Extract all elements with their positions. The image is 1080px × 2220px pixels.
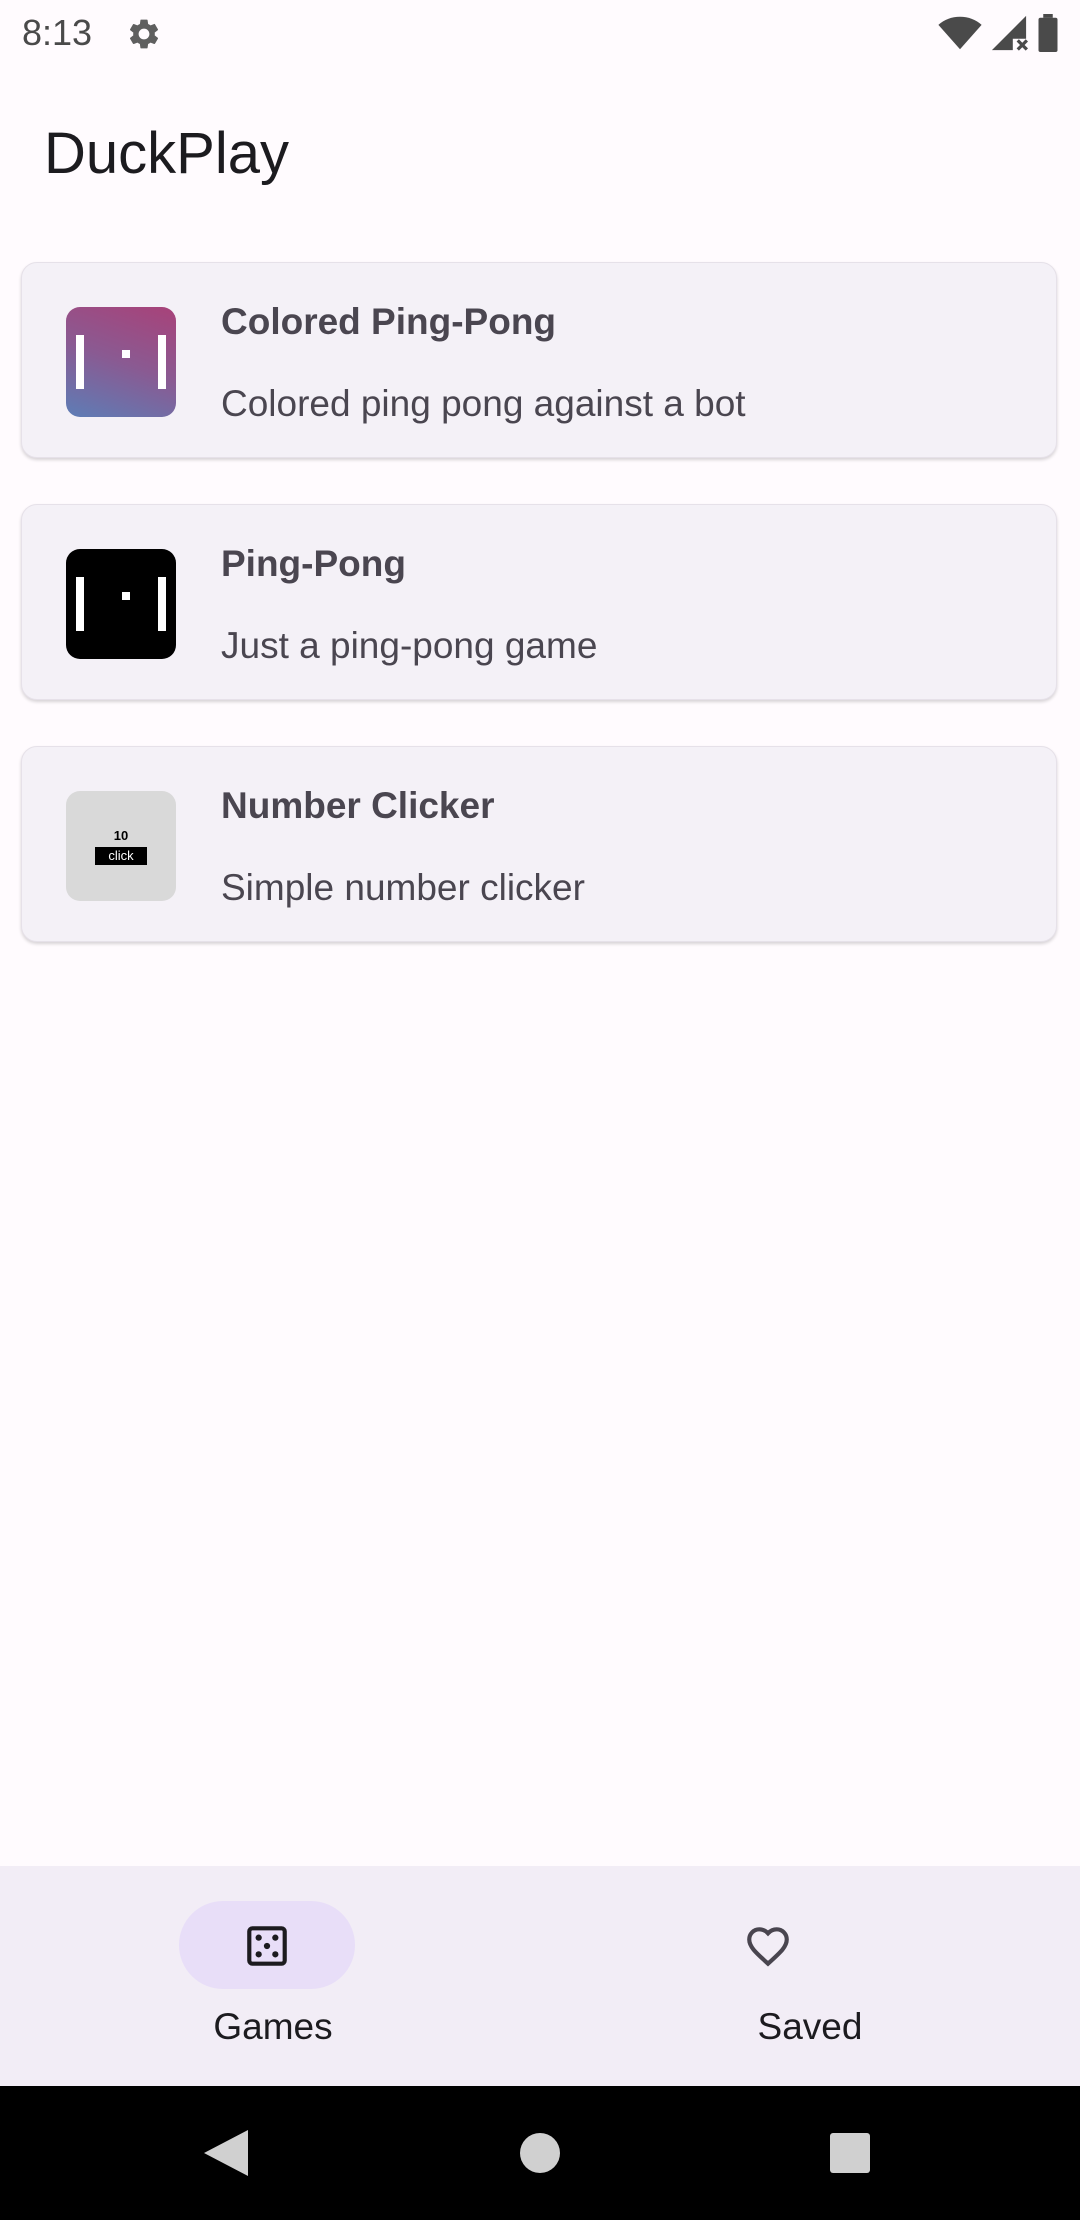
game-card-ping-pong[interactable]: Ping-Pong Just a ping-pong game (21, 504, 1057, 700)
status-time: 8:13 (22, 12, 93, 53)
heart-icon (747, 1927, 789, 1967)
clicker-number: 10 (113, 828, 129, 843)
bottom-navigation: Games Saved (0, 1866, 1080, 2086)
ping-pong-icon (66, 549, 176, 659)
left-paddle (76, 577, 84, 631)
gear-icon (129, 19, 159, 49)
battery-icon (1038, 14, 1058, 52)
nav-item-saved[interactable]: Saved (540, 1866, 1080, 2086)
game-description: Just a ping-pong game (221, 625, 598, 666)
recents-icon[interactable] (829, 2130, 871, 2176)
game-name: Ping-Pong (221, 543, 406, 584)
home-icon[interactable] (519, 2130, 561, 2176)
back-icon[interactable] (204, 2130, 248, 2176)
left-paddle (76, 335, 84, 389)
system-navigation-bar (0, 2086, 1080, 2220)
wifi-icon (938, 16, 982, 50)
game-description: Colored ping pong against a bot (221, 383, 746, 424)
game-card-number-clicker[interactable]: 10 click Number Clicker Simple number cl… (21, 746, 1057, 942)
colored-ping-pong-icon (66, 307, 176, 417)
ball (122, 592, 130, 600)
game-name: Number Clicker (221, 785, 495, 826)
ball (122, 350, 130, 358)
status-icons (938, 14, 1060, 52)
number-clicker-icon: 10 click (66, 791, 176, 901)
nav-label-saved: Saved (757, 2006, 863, 2047)
signal-icon (991, 15, 1028, 51)
dice-icon (247, 1926, 287, 1966)
game-list: Colored Ping-Pong Colored ping pong agai… (21, 262, 1059, 988)
game-description: Simple number clicker (221, 867, 585, 908)
clicker-button-graphic: click (95, 847, 147, 865)
right-paddle (158, 577, 166, 631)
right-paddle (158, 335, 166, 389)
nav-item-games[interactable]: Games (0, 1866, 540, 2086)
app-title: DuckPlay (44, 121, 289, 186)
game-card-colored-ping-pong[interactable]: Colored Ping-Pong Colored ping pong agai… (21, 262, 1057, 458)
status-bar: 8:13 (0, 0, 1080, 66)
game-name: Colored Ping-Pong (221, 301, 557, 342)
